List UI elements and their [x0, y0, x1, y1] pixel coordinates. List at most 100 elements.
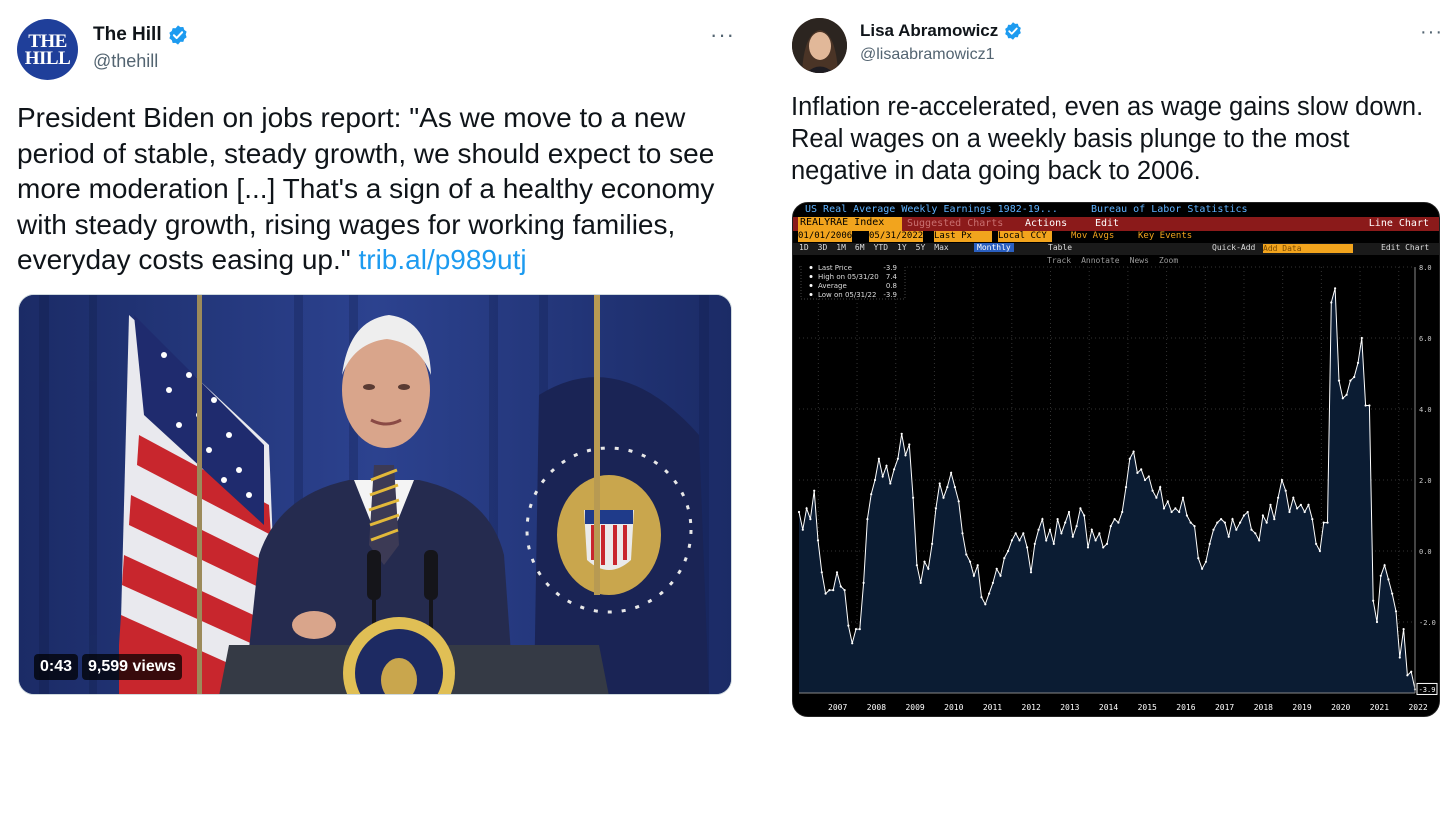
y-tick-label: -2.0 — [1419, 619, 1436, 627]
data-point — [1026, 546, 1029, 549]
data-point — [1155, 496, 1158, 499]
range-button-max[interactable]: Max — [934, 243, 948, 252]
range-button-1y[interactable]: 1Y — [897, 243, 907, 252]
more-options-icon[interactable]: ··· — [1420, 22, 1443, 42]
data-point — [828, 589, 831, 592]
display-name[interactable]: Lisa Abramowicz — [860, 21, 998, 41]
data-point — [1041, 518, 1044, 521]
data-point — [1079, 507, 1082, 510]
author-row: Lisa Abramowicz — [860, 21, 1023, 41]
data-point — [1204, 560, 1207, 563]
bbg-mov-avgs[interactable]: Mov Avgs — [1071, 231, 1114, 241]
data-point — [1311, 518, 1314, 521]
data-point — [961, 532, 964, 535]
data-point — [1391, 592, 1394, 595]
bbg-title-row: US Real Average Weekly Earnings 1982-19.… — [793, 203, 1439, 217]
bbg-ticker[interactable]: REALYRAE Index — [798, 217, 902, 231]
tool-track[interactable]: Track — [1047, 256, 1071, 265]
data-point — [893, 468, 896, 471]
data-point — [1128, 457, 1131, 460]
more-options-icon[interactable]: ··· — [710, 24, 735, 46]
data-point — [1239, 521, 1242, 524]
data-point — [1178, 510, 1181, 514]
bbg-chart-type[interactable]: Line Chart — [1369, 218, 1429, 229]
tool-news[interactable]: News — [1130, 256, 1149, 265]
legend-marker — [809, 284, 813, 287]
data-point — [1261, 514, 1264, 517]
range-button-3d[interactable]: 3D — [818, 243, 828, 252]
x-tick-label: 2022 — [1408, 703, 1427, 712]
data-point — [1280, 478, 1283, 482]
data-point — [1181, 496, 1185, 499]
bbg-ticker-row: REALYRAE Index Suggested Charts Actions … — [793, 217, 1439, 231]
legend-label: Low on 05/31/22 — [818, 291, 876, 299]
data-point — [1056, 518, 1059, 521]
data-point — [946, 486, 949, 489]
bbg-frequency[interactable]: Monthly — [974, 243, 1014, 252]
data-point — [1121, 510, 1124, 514]
data-point — [1254, 532, 1257, 535]
lisa-avatar[interactable] — [792, 18, 847, 73]
legend-value: -3.9 — [883, 291, 897, 299]
data-point — [1113, 518, 1116, 521]
data-point — [1094, 539, 1097, 542]
data-point — [1060, 532, 1063, 535]
data-point — [1045, 539, 1048, 542]
bbg-suggested[interactable]: Suggested Charts — [907, 218, 1003, 229]
bbg-add-data[interactable]: Add Data — [1263, 244, 1353, 253]
x-tick-label: 2007 — [828, 703, 847, 712]
bbg-source: Bureau of Labor Statistics — [1091, 204, 1248, 215]
range-button-ytd[interactable]: YTD — [874, 243, 888, 252]
data-point — [1136, 471, 1139, 474]
bbg-edit[interactable]: Edit — [1095, 218, 1119, 229]
data-point — [835, 571, 839, 574]
bbg-start-date[interactable]: 01/01/2006 — [798, 231, 852, 242]
legend-label: Average — [818, 282, 847, 290]
tweet-text: Inflation re-accelerated, even as wage g… — [791, 93, 1424, 185]
y-tick-label: 8.0 — [1419, 265, 1432, 272]
data-point — [1090, 528, 1093, 531]
bbg-range-buttons: 1D 3D 1M 6M YTD 1Y 5Y Max — [799, 243, 958, 252]
range-button-6m[interactable]: 6M — [855, 243, 865, 252]
data-point — [1273, 518, 1276, 521]
data-point — [1098, 532, 1101, 535]
data-point — [877, 457, 880, 460]
bbg-quick-add[interactable]: Quick-Add — [1212, 243, 1255, 252]
data-point — [927, 567, 930, 570]
range-button-1d[interactable]: 1D — [799, 243, 809, 252]
data-point — [1071, 535, 1074, 538]
bbg-edit-chart[interactable]: Edit Chart — [1381, 243, 1429, 252]
data-point — [1189, 521, 1192, 524]
video-player[interactable]: 0:43 9,599 views — [18, 294, 732, 695]
bbg-actions[interactable]: Actions — [1025, 218, 1067, 229]
portrait-photo — [792, 18, 847, 73]
bbg-field[interactable]: Last Px — [934, 231, 992, 242]
x-tick-label: 2016 — [1176, 703, 1195, 712]
data-point — [969, 560, 972, 563]
data-point — [915, 564, 918, 567]
display-name[interactable]: The Hill — [93, 24, 162, 46]
video-duration: 0:43 — [34, 654, 79, 680]
data-point — [1375, 620, 1379, 624]
data-point — [851, 642, 854, 645]
bbg-currency[interactable]: Local CCY — [998, 231, 1052, 242]
data-point — [950, 471, 953, 474]
bbg-table[interactable]: Table — [1048, 243, 1072, 252]
bbg-key-events[interactable]: Key Events — [1138, 231, 1192, 241]
bbg-end-date[interactable]: 05/31/2022 — [869, 231, 923, 242]
tool-annotate[interactable]: Annotate — [1081, 256, 1120, 265]
range-button-1m[interactable]: 1M — [836, 243, 846, 252]
tool-zoom[interactable]: Zoom — [1159, 256, 1178, 265]
data-point — [1109, 525, 1112, 528]
data-point — [805, 507, 808, 510]
thehill-avatar[interactable]: THE HILL — [17, 19, 78, 80]
data-point — [1075, 525, 1078, 528]
data-point — [858, 628, 861, 631]
x-tick-label: 2009 — [905, 703, 924, 712]
chart-image[interactable]: US Real Average Weekly Earnings 1982-19.… — [792, 202, 1440, 717]
handle[interactable]: @lisaabramowicz1 — [860, 46, 995, 64]
range-button-5y[interactable]: 5Y — [916, 243, 926, 252]
handle[interactable]: @thehill — [93, 51, 158, 72]
tweet-link[interactable]: trib.al/p989utj — [358, 244, 526, 275]
data-point — [809, 518, 812, 521]
